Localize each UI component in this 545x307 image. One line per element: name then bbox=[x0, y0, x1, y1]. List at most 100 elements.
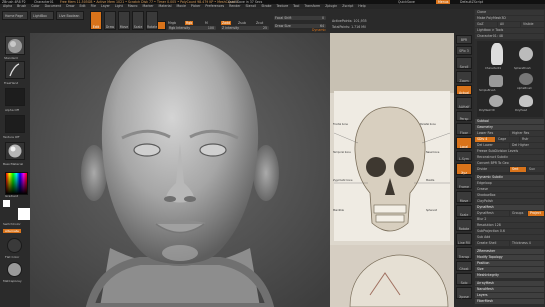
zadd-toggle[interactable]: Zadd bbox=[221, 21, 232, 25]
simplebrush-thumb-icon[interactable] bbox=[519, 73, 533, 85]
ghost-button[interactable]: Ghost bbox=[456, 261, 472, 271]
scroll-button[interactable]: Scroll bbox=[456, 57, 472, 69]
visible-button[interactable]: Visible bbox=[521, 22, 544, 27]
dynamesh-button[interactable]: DynaMesh bbox=[475, 211, 509, 216]
zcut-toggle[interactable]: Zcut bbox=[256, 21, 263, 25]
scale-button[interactable]: Scale bbox=[132, 11, 144, 30]
project-toggle[interactable]: Project bbox=[528, 211, 544, 216]
m-toggle[interactable]: M bbox=[205, 21, 208, 25]
modify-topology-section[interactable]: Modify Topology bbox=[475, 255, 544, 260]
home-page-button[interactable]: Home Page bbox=[2, 11, 28, 20]
goz-button[interactable]: GoZ bbox=[475, 22, 497, 27]
sphere-thumb-icon[interactable] bbox=[519, 47, 533, 61]
dynamesh-section[interactable]: DynaMesh bbox=[475, 205, 544, 210]
geometry-section[interactable]: Geometry bbox=[475, 125, 544, 130]
sdiv-slider[interactable]: SDiv 4 bbox=[475, 137, 495, 142]
dynamic-toggle[interactable]: Dynamic bbox=[312, 28, 326, 32]
groups-toggle[interactable]: Groups bbox=[510, 211, 527, 216]
meshintegrity-section[interactable]: MeshIntegrity bbox=[475, 273, 544, 278]
shadowbox-section[interactable]: ShadowBox bbox=[475, 193, 544, 198]
actual-button[interactable]: Actual bbox=[456, 85, 472, 95]
convert-bpr-button[interactable]: Convert BPR To Geo bbox=[475, 161, 544, 166]
bpr-button[interactable]: BPR bbox=[456, 35, 472, 44]
claypolish-section[interactable]: ClayPolish bbox=[475, 199, 544, 204]
alphabrush-thumb-icon[interactable] bbox=[489, 75, 503, 87]
zoom-button[interactable]: Zoom bbox=[456, 71, 472, 83]
alternate-button[interactable]: Alternate bbox=[3, 229, 21, 233]
lower-res-button[interactable]: Lower Res bbox=[475, 131, 509, 136]
viewport-canvas[interactable] bbox=[30, 33, 330, 307]
transp-button[interactable]: Transp bbox=[456, 247, 472, 259]
polymesh-thumb-icon[interactable] bbox=[489, 95, 503, 107]
material-icon[interactable] bbox=[5, 142, 25, 160]
material-swatch-icon[interactable] bbox=[157, 21, 166, 30]
flat-color-icon[interactable] bbox=[7, 238, 22, 253]
edit-button[interactable]: Edit bbox=[90, 11, 102, 30]
rstr-button[interactable]: Rstr bbox=[520, 137, 544, 142]
xpose-button[interactable]: Xpose bbox=[456, 287, 472, 299]
frame-button[interactable]: Frame bbox=[456, 177, 472, 189]
move-button[interactable]: Move bbox=[118, 11, 130, 30]
blur-slider[interactable]: Blur 2 bbox=[475, 217, 544, 222]
nanomesh-section[interactable]: NanoMesh bbox=[475, 287, 544, 292]
switch-color-swatch[interactable] bbox=[3, 200, 10, 207]
live-boolean-button[interactable]: Live Boolean bbox=[56, 11, 84, 20]
z-intensity-slider[interactable]: Z Intensity 25 bbox=[221, 26, 269, 30]
freeze-subdiv-button[interactable]: Freeze SubDivision Levels bbox=[475, 149, 544, 154]
solo-button[interactable]: Solo bbox=[456, 273, 472, 285]
color-picker[interactable] bbox=[5, 172, 28, 195]
arraymesh-section[interactable]: ArrayMesh bbox=[475, 281, 544, 286]
rgb-toggle[interactable]: Rgb bbox=[185, 21, 194, 25]
resolution-slider[interactable]: Resolution 128 bbox=[475, 223, 544, 228]
mrgb-toggle[interactable]: Mrgb bbox=[168, 21, 176, 25]
edgeloop-section[interactable]: Edgeloop bbox=[475, 181, 544, 186]
subtool-section[interactable]: Subtool bbox=[475, 119, 544, 124]
layers-section[interactable]: Layers bbox=[475, 293, 544, 298]
zremesher-section[interactable]: ZRemesher bbox=[475, 249, 544, 254]
lightbox-tools-button[interactable]: Lightbox > Tools bbox=[475, 28, 544, 33]
lightbox-button[interactable]: LightBox bbox=[30, 11, 54, 20]
draw-button[interactable]: Draw bbox=[104, 11, 116, 30]
local-button[interactable]: Local bbox=[456, 137, 472, 149]
focal-shift-slider[interactable]: Focal Shift 0 bbox=[274, 16, 326, 20]
position-section[interactable]: Position bbox=[475, 261, 544, 266]
thickness-slider[interactable]: Thickness 4 bbox=[510, 241, 544, 246]
main-color-swatch[interactable] bbox=[18, 208, 30, 220]
zsub-toggle[interactable]: Zsub bbox=[238, 21, 246, 25]
aahalf-button[interactable]: AAHalf bbox=[456, 97, 472, 109]
spix-button[interactable]: SPix 3 bbox=[456, 46, 472, 55]
matcap-sphere-icon[interactable] bbox=[7, 262, 22, 277]
xyz-button[interactable]: Xyz bbox=[456, 163, 472, 175]
alpha-off-icon[interactable] bbox=[5, 88, 25, 106]
make-polymesh-button[interactable]: Make PolyMesh3D bbox=[475, 16, 544, 21]
sub-add-button[interactable]: Sub Add bbox=[475, 235, 544, 240]
cage-button[interactable]: Cage bbox=[496, 137, 519, 142]
all-button[interactable]: All bbox=[498, 22, 520, 27]
dynamic-subdiv-section[interactable]: Dynamic Subdiv bbox=[475, 175, 544, 180]
suv-toggle[interactable]: Suv bbox=[527, 167, 544, 172]
scale-view-button[interactable]: Scale bbox=[456, 205, 472, 217]
reference-image-window[interactable]: Frontal bone Parietal bone Temporal bone… bbox=[330, 33, 454, 307]
create-shell-button[interactable]: Create Shell bbox=[475, 241, 509, 246]
rgb-intensity-slider[interactable]: Rgb Intensity 100 bbox=[168, 26, 216, 30]
subprojection-slider[interactable]: SubProjection 0.6 bbox=[475, 229, 544, 234]
lsym-button[interactable]: L.Sym bbox=[456, 151, 472, 161]
crease-section[interactable]: Crease bbox=[475, 187, 544, 192]
texture-off-icon[interactable] bbox=[5, 115, 25, 133]
del-higher-button[interactable]: Del Higher bbox=[510, 143, 544, 148]
reconstruct-subdiv-button[interactable]: Reconstruct Subdiv bbox=[475, 155, 544, 160]
standard-brush-icon[interactable] bbox=[5, 36, 25, 55]
move-view-button[interactable]: Move bbox=[456, 191, 472, 203]
clone-button[interactable]: Clone bbox=[475, 10, 544, 15]
freehand-stroke-icon[interactable] bbox=[5, 61, 25, 79]
del-lower-button[interactable]: Del Lower bbox=[475, 143, 509, 148]
size-section[interactable]: Size bbox=[475, 267, 544, 272]
linefill-button[interactable]: Line Fill bbox=[456, 233, 472, 245]
divide-button[interactable]: Divide bbox=[475, 167, 509, 172]
floor-button[interactable]: Floor bbox=[456, 123, 472, 135]
rotate-view-button[interactable]: Rotate bbox=[456, 219, 472, 231]
polyhead-thumb-icon[interactable] bbox=[519, 95, 533, 107]
character-thumb-icon[interactable] bbox=[491, 43, 503, 65]
fibermesh-section[interactable]: FiberMesh bbox=[475, 299, 544, 304]
higher-res-button[interactable]: Higher Res bbox=[510, 131, 544, 136]
